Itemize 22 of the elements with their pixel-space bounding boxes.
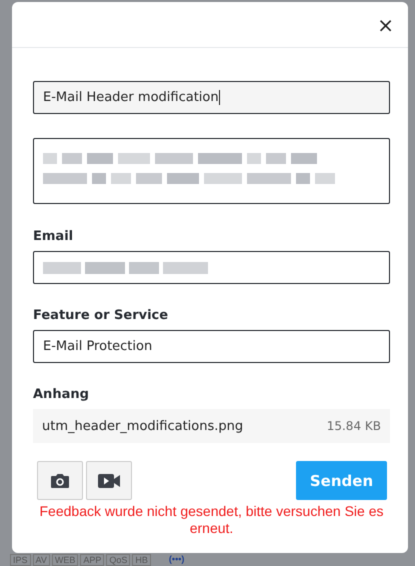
error-message: Feedback wurde nicht gesendet, bitte versuchen Sie es erneut. — [38, 503, 384, 537]
field-label: Anhang — [33, 387, 90, 402]
tag: APP — [80, 554, 104, 566]
tag: AV — [32, 554, 50, 566]
close-button[interactable]: × — [373, 12, 398, 36]
field-label: Feature or Service — [33, 308, 170, 323]
camera-icon — [50, 472, 70, 488]
input-field[interactable] — [33, 251, 390, 284]
tag: QoS — [106, 554, 130, 566]
file-name: utm_header_modifications.png — [42, 418, 244, 434]
video-button[interactable] — [86, 461, 132, 500]
video-camera-icon — [97, 472, 121, 488]
tag: WEB — [52, 554, 78, 566]
input-field[interactable]: E-Mail Header modification — [33, 81, 390, 114]
screenshot-button[interactable] — [37, 461, 83, 500]
input-field[interactable]: E-Mail Protection — [33, 330, 390, 363]
tag: HB — [132, 554, 151, 566]
tag: IPS — [10, 554, 31, 566]
file-size: 15.84 KB — [326, 419, 381, 433]
text-area[interactable] — [33, 138, 390, 204]
field-label: Email — [33, 229, 74, 244]
more-indicator: (•••) — [168, 554, 184, 564]
